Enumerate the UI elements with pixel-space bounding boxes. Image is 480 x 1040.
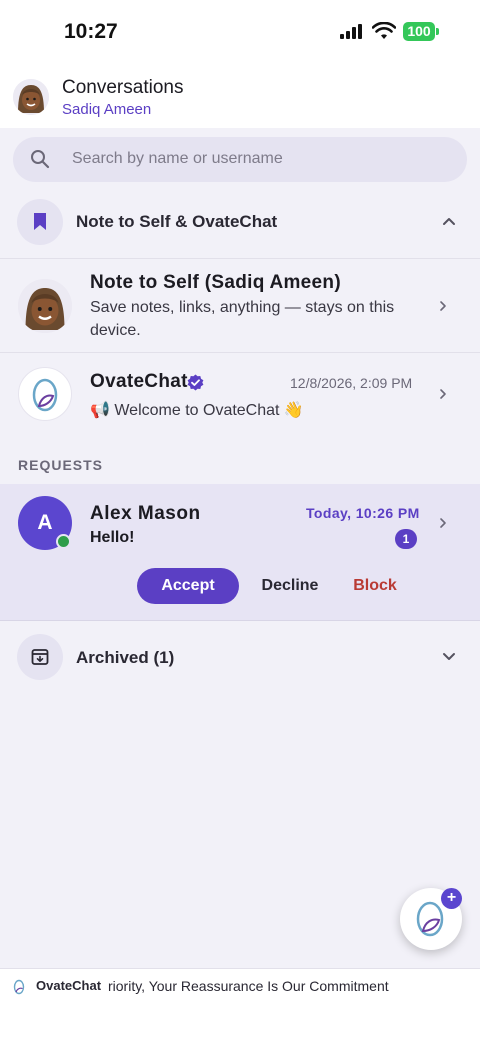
conversation-row-note-to-self[interactable]: Note to Self (Sadiq Ameen) Save notes, l…: [0, 258, 480, 352]
current-user-name[interactable]: Sadiq Ameen: [62, 101, 151, 118]
status-time: 10:27: [64, 20, 118, 43]
archive-icon: [31, 649, 49, 665]
app-header: Conversations Sadiq Ameen: [0, 64, 480, 128]
ovatechat-logo-icon: [13, 979, 25, 995]
unread-count-badge: 1: [395, 529, 417, 549]
page-title: Conversations: [62, 77, 184, 98]
note-to-self-avatar: [18, 279, 72, 333]
status-bar: 10:27 100: [0, 0, 480, 64]
requests-section-label: REQUESTS: [18, 457, 104, 473]
pinned-section-header[interactable]: Note to Self & OvateChat: [0, 190, 480, 258]
archived-section-title: Archived (1): [76, 648, 175, 667]
plus-icon[interactable]: +: [441, 888, 462, 909]
search-icon: [31, 150, 50, 169]
conversation-title: OvateChat: [90, 371, 188, 392]
verified-badge-icon: [187, 374, 204, 391]
conversation-title: Note to Self (Sadiq Ameen): [90, 272, 341, 293]
accept-button[interactable]: Accept: [137, 568, 239, 604]
online-status-indicator: [56, 534, 71, 549]
archived-section-icon-wrap: [17, 634, 63, 680]
chevron-right-icon: [440, 301, 446, 311]
wifi-icon: [372, 22, 396, 39]
footer-ticker-text: riority, Your Reassurance Is Our Commitm…: [108, 978, 389, 994]
footer-ticker-bar: OvateChat riority, Your Reassurance Is O…: [0, 968, 480, 1040]
pinned-section-icon-wrap: [17, 199, 63, 245]
search-bar[interactable]: Search by name or username: [13, 137, 467, 182]
conversation-preview: 📢 Welcome to OvateChat 👋: [90, 402, 304, 419]
ovatechat-logo-icon: [32, 378, 58, 412]
chevron-up-icon[interactable]: [442, 214, 456, 228]
message-request-row[interactable]: A Alex Mason Today, 10:26 PM Hello! 1 Ac…: [0, 484, 480, 621]
memoji-avatar-icon: [18, 279, 72, 333]
conversation-preview: Save notes, links, anything — stays on t…: [90, 299, 395, 339]
battery-level: 100: [407, 23, 431, 39]
bookmark-icon: [34, 213, 46, 230]
conversation-time: 12/8/2026, 2:09 PM: [290, 375, 413, 391]
archived-section-header[interactable]: Archived (1): [0, 630, 480, 684]
profile-avatar[interactable]: [13, 79, 49, 115]
search-input[interactable]: Search by name or username: [72, 150, 283, 168]
request-message-preview: Hello!: [90, 529, 135, 546]
battery-tip: [436, 28, 439, 35]
decline-button[interactable]: Decline: [256, 568, 324, 604]
battery-icon: 100: [403, 22, 435, 41]
memoji-avatar-icon: [13, 79, 49, 115]
chevron-right-icon: [440, 518, 446, 528]
request-time: Today, 10:26 PM: [306, 505, 420, 521]
chevron-down-icon[interactable]: [442, 650, 456, 664]
cellular-signal-icon: [340, 24, 362, 39]
chevron-right-icon: [440, 389, 446, 399]
block-button[interactable]: Block: [346, 568, 404, 604]
conversation-row-ovatechat[interactable]: OvateChat 12/8/2026, 2:09 PM 📢 Welcome t…: [0, 352, 480, 442]
pinned-section-title: Note to Self & OvateChat: [76, 212, 278, 231]
request-sender-name: Alex Mason: [90, 503, 201, 524]
footer-brand: OvateChat: [36, 978, 102, 993]
ovatechat-avatar: [18, 367, 72, 421]
